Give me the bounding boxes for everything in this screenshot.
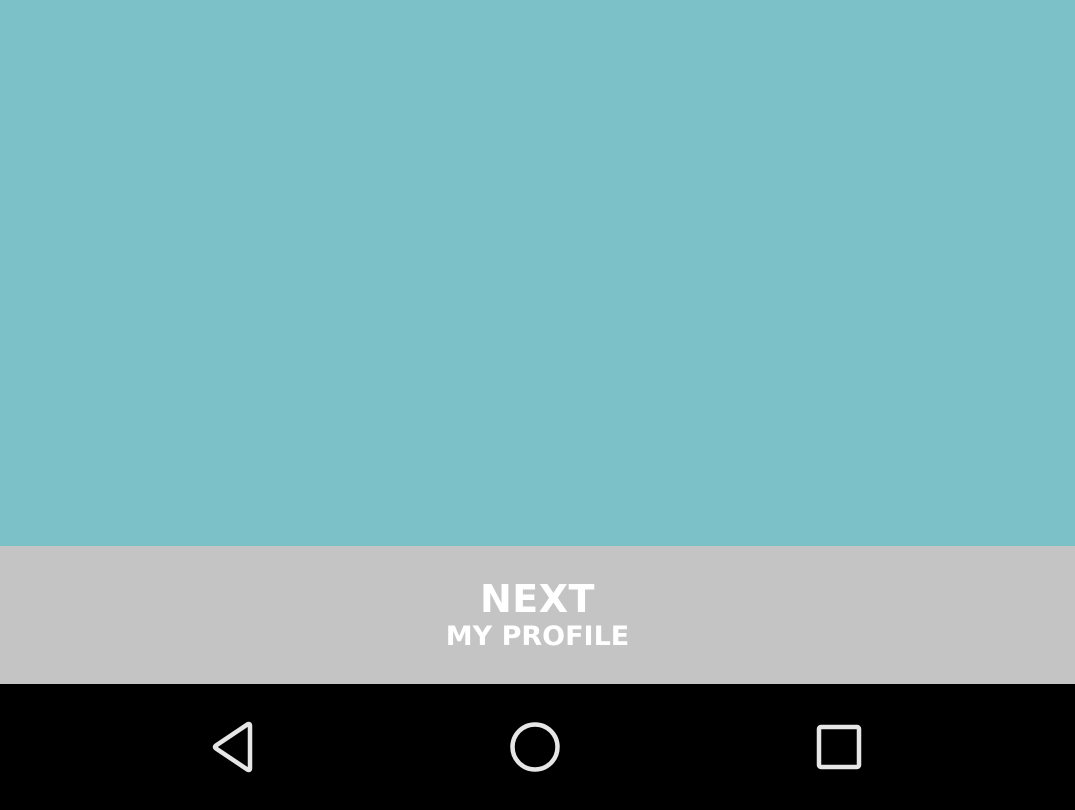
home-button[interactable] [502, 714, 568, 780]
screen: NEXT MY PROFILE [0, 0, 1075, 810]
system-navigation-bar [0, 684, 1075, 810]
home-circle-icon [510, 722, 560, 772]
back-button[interactable] [200, 714, 266, 780]
back-triangle-icon [212, 721, 253, 773]
recents-square-icon [816, 724, 862, 770]
content-area [0, 0, 1075, 546]
next-button-title: NEXT [480, 577, 595, 621]
recents-button[interactable] [806, 714, 872, 780]
next-button[interactable]: NEXT MY PROFILE [0, 546, 1075, 684]
next-button-subtitle: MY PROFILE [445, 621, 630, 652]
